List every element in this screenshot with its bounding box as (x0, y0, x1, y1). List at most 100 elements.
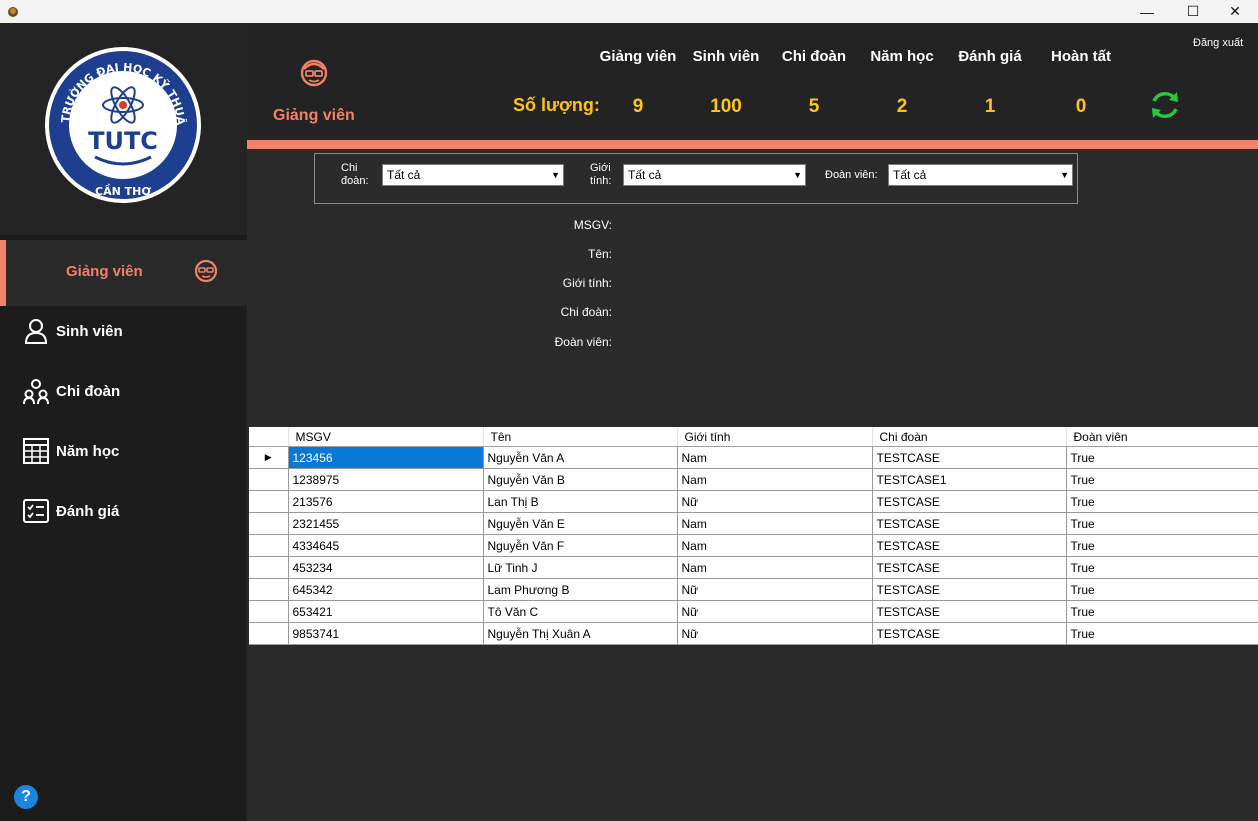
window-titlebar: — ☐ ✕ (0, 0, 1258, 23)
table-row[interactable]: 653421 Tô Văn C Nữ TESTCASE True (249, 600, 1258, 623)
table-cell[interactable]: Lữ Tinh J (483, 556, 678, 579)
table-cell[interactable]: Nam (677, 468, 873, 491)
row-header[interactable] (249, 578, 289, 601)
table-cell[interactable]: 213576 (288, 490, 484, 513)
table-cell[interactable]: 123456 (288, 446, 484, 469)
detail-label-ten: Tên: (587, 247, 612, 261)
column-header-ten[interactable]: Tên (483, 427, 678, 447)
filter-label-gioi-tinh: Giới tính: (590, 162, 612, 187)
column-header-chi-doan[interactable]: Chi đoàn (872, 427, 1067, 447)
table-cell[interactable]: 1238975 (288, 468, 484, 491)
table-cell[interactable]: Nguyễn Văn E (483, 512, 678, 535)
table-row[interactable]: 213576 Lan Thị B Nữ TESTCASE True (249, 490, 1258, 513)
table-cell[interactable]: 9853741 (288, 622, 484, 645)
table-cell[interactable]: 453234 (288, 556, 484, 579)
sidebar-item-danh-gia[interactable]: Đánh giá (0, 480, 247, 546)
table-cell[interactable]: Tô Văn C (483, 600, 678, 623)
table-cell[interactable]: Nam (677, 512, 873, 535)
row-header[interactable] (249, 622, 289, 645)
table-cell[interactable]: True (1066, 556, 1258, 579)
lecturer-table[interactable]: MSGV Tên Giới tính Chi đoàn Đoàn viên ▶ … (249, 427, 1258, 645)
row-header[interactable] (249, 534, 289, 557)
table-cell[interactable]: Nữ (677, 600, 873, 623)
row-header[interactable] (249, 468, 289, 491)
row-header[interactable] (249, 490, 289, 513)
stat-label-danh-gia: Đánh giá (958, 48, 1022, 65)
table-row[interactable]: 645342 Lam Phương B Nữ TESTCASE True (249, 578, 1258, 601)
svg-text:TUTC: TUTC (88, 127, 158, 155)
sidebar: TRƯỜNG ĐẠI HỌC KỸ THUẬT - CÔNG NGHỆ CẦN … (0, 23, 247, 821)
table-cell[interactable]: True (1066, 512, 1258, 535)
maximize-button[interactable]: ☐ (1170, 0, 1216, 23)
table-cell[interactable]: TESTCASE (872, 622, 1067, 645)
table-cell[interactable]: Nam (677, 556, 873, 579)
logo-area: TRƯỜNG ĐẠI HỌC KỸ THUẬT - CÔNG NGHỆ CẦN … (0, 23, 247, 235)
gioi-tinh-select[interactable]: Tất cả ▼ (623, 164, 806, 186)
table-cell[interactable]: 4334645 (288, 534, 484, 557)
table-cell[interactable]: Lan Thị B (483, 490, 678, 513)
table-cell[interactable]: TESTCASE (872, 490, 1067, 513)
sidebar-item-giang-vien[interactable]: Giảng viên (0, 240, 247, 306)
doan-vien-select[interactable]: Tất cả ▼ (888, 164, 1073, 186)
column-header-doan-vien[interactable]: Đoàn viên (1066, 427, 1258, 447)
sidebar-item-chi-doan[interactable]: Chi đoàn (0, 360, 247, 426)
table-cell[interactable]: Nam (677, 534, 873, 557)
table-cell[interactable]: Nữ (677, 490, 873, 513)
close-button[interactable]: ✕ (1212, 0, 1258, 23)
table-cell[interactable]: Nguyễn Thị Xuân A (483, 622, 678, 645)
row-header[interactable] (249, 512, 289, 535)
table-cell[interactable]: TESTCASE (872, 534, 1067, 557)
select-value: Tất cả (387, 168, 421, 182)
table-row[interactable]: ▶ 123456 Nguyễn Văn A Nam TESTCASE True (249, 446, 1258, 469)
sidebar-item-sinh-vien[interactable]: Sinh viên (0, 300, 247, 366)
current-row-marker[interactable]: ▶ (249, 446, 289, 469)
table-row[interactable]: 4334645 Nguyễn Văn F Nam TESTCASE True (249, 534, 1258, 557)
table-cell[interactable]: TESTCASE (872, 556, 1067, 579)
table-cell[interactable]: Nữ (677, 622, 873, 645)
table-cell[interactable]: 653421 (288, 600, 484, 623)
table-cell[interactable]: Nữ (677, 578, 873, 601)
table-cell[interactable]: True (1066, 446, 1258, 469)
chevron-down-icon: ▼ (551, 170, 560, 180)
row-header[interactable] (249, 600, 289, 623)
table-cell[interactable]: TESTCASE (872, 578, 1067, 601)
table-cell[interactable]: TESTCASE (872, 512, 1067, 535)
logout-link[interactable]: Đăng xuất (1193, 37, 1243, 49)
refresh-icon[interactable] (1147, 87, 1183, 123)
table-cell[interactable]: True (1066, 622, 1258, 645)
table-row[interactable]: 2321455 Nguyễn Văn E Nam TESTCASE True (249, 512, 1258, 535)
page-title: Giảng viên (273, 107, 355, 124)
table-cell[interactable]: True (1066, 600, 1258, 623)
checklist-icon (23, 499, 49, 523)
table-cell[interactable]: 2321455 (288, 512, 484, 535)
column-header-msgv[interactable]: MSGV (288, 427, 484, 447)
table-row[interactable]: 453234 Lữ Tinh J Nam TESTCASE True (249, 556, 1258, 579)
table-row[interactable]: 1238975 Nguyễn Văn B Nam TESTCASE1 True (249, 468, 1258, 491)
table-cell[interactable]: Lam Phương B (483, 578, 678, 601)
table-cell[interactable]: TESTCASE (872, 446, 1067, 469)
filter-label-chi-doan: Chi đoàn: (341, 162, 369, 187)
table-cell[interactable]: True (1066, 490, 1258, 513)
sidebar-item-nam-hoc[interactable]: Năm học (0, 420, 247, 486)
stat-label-hoan-tat: Hoàn tất (1051, 48, 1111, 65)
chi-doan-select[interactable]: Tất cả ▼ (382, 164, 564, 186)
column-header-gioi-tinh[interactable]: Giới tính (677, 427, 873, 447)
table-cell[interactable]: True (1066, 578, 1258, 601)
table-cell[interactable]: Nam (677, 446, 873, 469)
table-cell[interactable]: Nguyễn Văn B (483, 468, 678, 491)
table-cell[interactable]: True (1066, 534, 1258, 557)
table-cell[interactable]: TESTCASE (872, 600, 1067, 623)
sidebar-item-label: Đánh giá (56, 503, 120, 520)
table-cell[interactable]: TESTCASE1 (872, 468, 1067, 491)
sidebar-item-label: Chi đoàn (56, 383, 121, 400)
table-cell[interactable]: 645342 (288, 578, 484, 601)
table-row[interactable]: 9853741 Nguyễn Thị Xuân A Nữ TESTCASE Tr… (249, 622, 1258, 645)
table-cell[interactable]: True (1066, 468, 1258, 491)
count-label: Số lượng: (513, 95, 600, 115)
table-cell[interactable]: Nguyễn Văn A (483, 446, 678, 469)
table-cell[interactable]: Nguyễn Văn F (483, 534, 678, 557)
row-header[interactable] (249, 556, 289, 579)
minimize-button[interactable]: — (1124, 0, 1170, 23)
help-button[interactable]: ? (14, 785, 38, 809)
stat-value-giang-vien: 9 (632, 96, 644, 117)
